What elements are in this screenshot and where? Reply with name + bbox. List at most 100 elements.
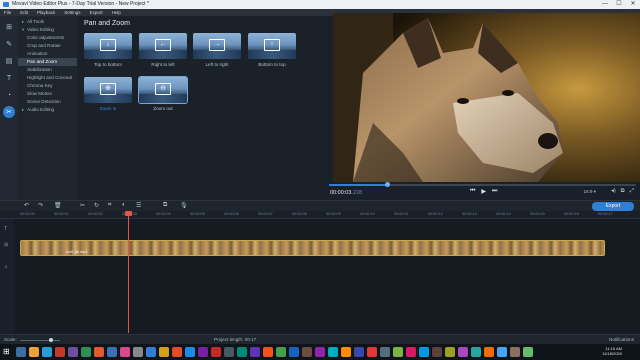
notifications-button[interactable]: Notifications [609,337,634,342]
menu-file[interactable]: File [4,9,11,16]
insert-icon[interactable]: ⧉ [163,202,167,209]
category-crop-and-rotate[interactable]: Crop and Rotate [18,42,77,50]
taskbar-app-icon[interactable] [484,347,494,357]
taskbar-app-icon[interactable] [263,347,273,357]
aspect-ratio-select[interactable]: 16:9 ▾ [583,189,596,195]
previous-icon[interactable]: ⏮ [470,188,475,195]
more-tools-icon[interactable]: ✂ [3,106,15,118]
taskbar-app-icon[interactable] [497,347,507,357]
redo-icon[interactable]: ↷ [38,202,43,209]
taskbar-app-icon[interactable] [471,347,481,357]
taskbar-app-icon[interactable] [432,347,442,357]
taskbar-app-icon[interactable] [250,347,260,357]
volume-icon[interactable]: ◂) [611,188,616,195]
menu-playback[interactable]: Playback [37,9,55,16]
scale-slider[interactable] [20,340,60,341]
system-clock[interactable]: 11:16 AM 11/18/2020 [602,346,622,356]
effect-right-to-left[interactable]: ← [139,33,187,59]
taskbar-app-icon[interactable] [198,347,208,357]
taskbar-app-icon[interactable] [107,347,117,357]
video-clip[interactable] [20,240,605,256]
titles-icon[interactable]: T [3,72,15,84]
cut-icon[interactable]: ✂ [80,202,85,209]
import-files-icon[interactable]: ⊞ [3,21,15,33]
taskbar-app-icon[interactable] [133,347,143,357]
stickers-icon[interactable]: ◔ [3,89,15,101]
category-audio-editing[interactable]: ▸ Audio Editing [18,106,77,114]
filters-icon[interactable]: ✎ [3,38,15,50]
taskbar-app-icon[interactable] [341,347,351,357]
taskbar-app-icon[interactable] [172,347,182,357]
taskbar-app-icon[interactable] [328,347,338,357]
playhead[interactable] [128,211,129,333]
rotate-icon[interactable]: ↻ [94,202,99,209]
taskbar-app-icon[interactable] [55,347,65,357]
taskbar-app-icon[interactable] [237,347,247,357]
taskbar-app-icon[interactable] [523,347,533,357]
menu-help[interactable]: Help [112,9,121,16]
taskbar-app-icon[interactable] [276,347,286,357]
taskbar-app-icon[interactable] [302,347,312,357]
time-ruler[interactable]: 00:00:00 00:00:01 00:00:02 00:00:03 00:0… [0,211,640,219]
undo-icon[interactable]: ↶ [24,202,29,209]
taskbar-app-icon[interactable] [42,347,52,357]
category-stabilization[interactable]: Stabilization [18,66,77,74]
taskbar-app-icon[interactable] [367,347,377,357]
taskbar-app-icon[interactable] [380,347,390,357]
fullscreen-icon[interactable]: ⤢ [630,188,634,195]
delete-icon[interactable]: 🗑 [54,202,62,209]
taskbar-app-icon[interactable] [146,347,156,357]
taskbar-app-icon[interactable] [224,347,234,357]
export-button[interactable]: Export [592,202,634,211]
category-highlight-and-conceal[interactable]: Highlight and Conceal [18,74,77,82]
scale-slider-handle[interactable] [49,338,53,342]
effect-zoom-in[interactable]: ⊕ [84,77,132,103]
timeline-tracks[interactable] [0,219,640,334]
taskbar-app-icon[interactable] [29,347,39,357]
taskbar-app-icon[interactable] [159,347,169,357]
taskbar-app-icon[interactable] [315,347,325,357]
taskbar-app-icon[interactable] [68,347,78,357]
minimize-button[interactable]: — [598,0,612,9]
effect-top-to-bottom[interactable]: ↓ [84,33,132,59]
taskbar-app-icon[interactable] [354,347,364,357]
taskbar-app-icon[interactable] [393,347,403,357]
color-icon[interactable]: ◐ [122,202,126,208]
effect-bottom-to-top[interactable]: ↑ [248,33,296,59]
category-pan-and-zoom[interactable]: Pan and Zoom [18,58,77,66]
play-icon[interactable]: ▶ [481,188,486,195]
category-video-editing[interactable]: ▾ Video Editing [18,26,77,34]
taskbar-app-icon[interactable] [289,347,299,357]
taskbar-app-icon[interactable] [406,347,416,357]
category-slow-motion[interactable]: Slow Motion [18,90,77,98]
transitions-icon[interactable]: ▤ [3,55,15,67]
menu-edit[interactable]: Edit [20,9,28,16]
menu-settings[interactable]: Settings [64,9,80,16]
seek-handle[interactable] [385,182,390,187]
start-icon[interactable]: ⊞ [3,348,11,356]
category-chroma-key[interactable]: Chroma Key [18,82,77,90]
effect-left-to-right[interactable]: → [193,33,241,59]
taskbar-app-icon[interactable] [16,347,26,357]
detach-icon[interactable]: ⧉ [621,188,625,195]
maximize-button[interactable]: ☐ [612,0,626,9]
category-animation[interactable]: Animation [18,50,77,58]
taskbar-app-icon[interactable] [419,347,429,357]
next-icon[interactable]: ⏭ [492,188,497,195]
video-preview[interactable] [333,13,640,182]
menu-export[interactable]: Export [90,9,103,16]
category-scene-detection[interactable]: Scene Detection [18,98,77,106]
taskbar-app-icon[interactable] [120,347,130,357]
taskbar-app-icon[interactable] [510,347,520,357]
effect-zoom-out[interactable]: ⊖ [138,76,188,104]
category-all-tools[interactable]: ▸ All Tools [18,18,77,26]
taskbar-app-icon[interactable] [185,347,195,357]
properties-icon[interactable]: ☰ [136,202,141,209]
taskbar-app-icon[interactable] [458,347,468,357]
crop-icon[interactable]: ⌗ [108,202,111,209]
taskbar-app-icon[interactable] [94,347,104,357]
category-color-adjustments[interactable]: Color adjustments [18,34,77,42]
taskbar-app-icon[interactable] [81,347,91,357]
taskbar-app-icon[interactable] [445,347,455,357]
close-button[interactable]: ✕ [626,0,640,9]
